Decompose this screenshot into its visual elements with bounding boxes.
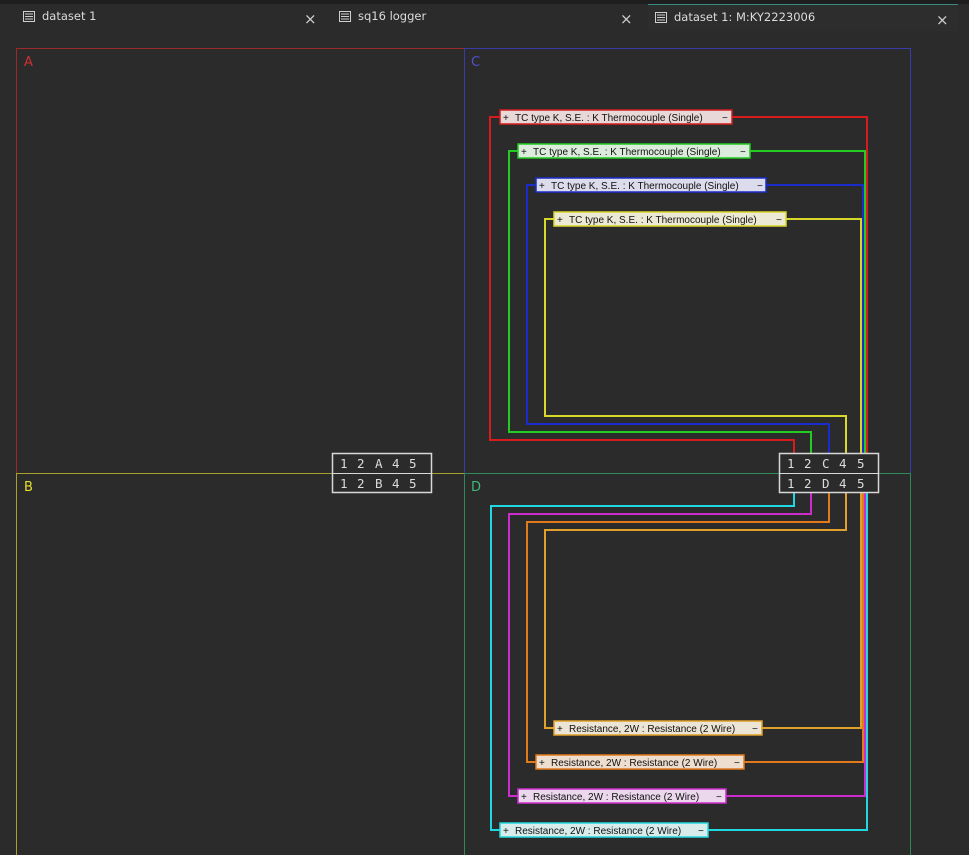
channel-minus: − [716, 792, 722, 803]
wire-cyan-minus [708, 492, 868, 831]
channel-plus: + [503, 113, 509, 124]
region-c-label: C [471, 55, 480, 70]
wires-c [489, 116, 868, 458]
terminal-a-4: 4 [392, 456, 400, 471]
terminal-a-5: 5 [409, 456, 417, 471]
wire-gold [544, 492, 847, 729]
channel-label-d2[interactable]: + Resistance, 2W : Resistance (2 Wire) − [535, 754, 745, 770]
channel-label: TC type K, S.E. : K Thermocouple (Single… [533, 147, 721, 158]
channel-minus: − [757, 181, 763, 192]
terminal-d-2: 2 [804, 476, 812, 491]
wire-yellow-minus [786, 218, 862, 456]
wire-magenta-minus [726, 492, 866, 797]
channel-label: TC type K, S.E. : K Thermocouple (Single… [551, 181, 739, 192]
terminal-c-letter: C [822, 456, 830, 471]
channel-label-c2[interactable]: + TC type K, S.E. : K Thermocouple (Sing… [517, 143, 751, 159]
terminal-b-letter: B [375, 476, 383, 491]
channel-plus: + [503, 826, 509, 837]
channel-label: Resistance, 2W : Resistance (2 Wire) [515, 826, 681, 837]
channel-label-c4[interactable]: + TC type K, S.E. : K Thermocouple (Sing… [553, 211, 787, 227]
terminal-b-5: 5 [409, 476, 417, 491]
region-d-label: D [471, 480, 481, 495]
channel-plus: + [521, 147, 527, 158]
channel-label-d4[interactable]: + Resistance, 2W : Resistance (2 Wire) − [499, 822, 709, 838]
region-b-frame [16, 473, 465, 855]
wire-cyan [490, 492, 795, 831]
channel-label-c1[interactable]: + TC type K, S.E. : K Thermocouple (Sing… [499, 109, 733, 125]
region-a-frame [16, 48, 465, 474]
channel-label: Resistance, 2W : Resistance (2 Wire) [551, 758, 717, 769]
terminal-d-5: 5 [857, 476, 865, 491]
channel-label: TC type K, S.E. : K Thermocouple (Single… [515, 113, 703, 124]
terminal-c-5: 5 [857, 456, 865, 471]
channel-plus: + [521, 792, 527, 803]
channel-minus: − [698, 826, 704, 837]
channel-minus: − [722, 113, 728, 124]
channel-plus: + [557, 215, 563, 226]
wire-red-minus [732, 116, 868, 456]
terminal-c-1: 1 [787, 456, 795, 471]
terminal-block-right: 1 2 C 4 5 1 2 D 4 5 [778, 452, 880, 494]
wire-yellow [544, 218, 847, 458]
channel-plus: + [539, 758, 545, 769]
terminal-c-4: 4 [839, 456, 847, 471]
terminal-d-4: 4 [839, 476, 847, 491]
channel-minus: − [752, 724, 758, 735]
channel-label-d1[interactable]: + Resistance, 2W : Resistance (2 Wire) − [553, 720, 763, 736]
wire-red [489, 116, 795, 458]
region-a-label: A [24, 55, 33, 70]
wire-green-minus [750, 150, 866, 456]
channel-plus: + [539, 181, 545, 192]
terminal-a-letter: A [375, 456, 383, 471]
terminal-c-2: 2 [804, 456, 812, 471]
terminal-a-2: 2 [357, 456, 365, 471]
wire-green [508, 150, 812, 458]
region-frames [16, 48, 911, 855]
terminal-b-2: 2 [357, 476, 365, 491]
channel-label: Resistance, 2W : Resistance (2 Wire) [569, 724, 735, 735]
channel-label-d3[interactable]: + Resistance, 2W : Resistance (2 Wire) − [517, 788, 727, 804]
terminal-b-1: 1 [340, 476, 348, 491]
wiring-diagram: A B C D 1 2 A 4 5 1 2 B 4 5 1 2 C 4 5 1 … [16, 48, 911, 855]
terminal-block-left: 1 2 A 4 5 1 2 B 4 5 [331, 452, 433, 494]
terminal-a-1: 1 [340, 456, 348, 471]
channel-minus: − [776, 215, 782, 226]
channel-minus: − [734, 758, 740, 769]
wire-magenta [508, 492, 812, 797]
channel-label: Resistance, 2W : Resistance (2 Wire) [533, 792, 699, 803]
terminal-d-letter: D [822, 476, 830, 491]
terminal-b-4: 4 [392, 476, 400, 491]
channel-label-c3[interactable]: + TC type K, S.E. : K Thermocouple (Sing… [535, 177, 767, 193]
terminal-d-1: 1 [787, 476, 795, 491]
channel-plus: + [557, 724, 563, 735]
region-b-label: B [24, 480, 33, 495]
wires-d [490, 492, 868, 831]
channel-minus: − [740, 147, 746, 158]
channel-label: TC type K, S.E. : K Thermocouple (Single… [569, 215, 757, 226]
